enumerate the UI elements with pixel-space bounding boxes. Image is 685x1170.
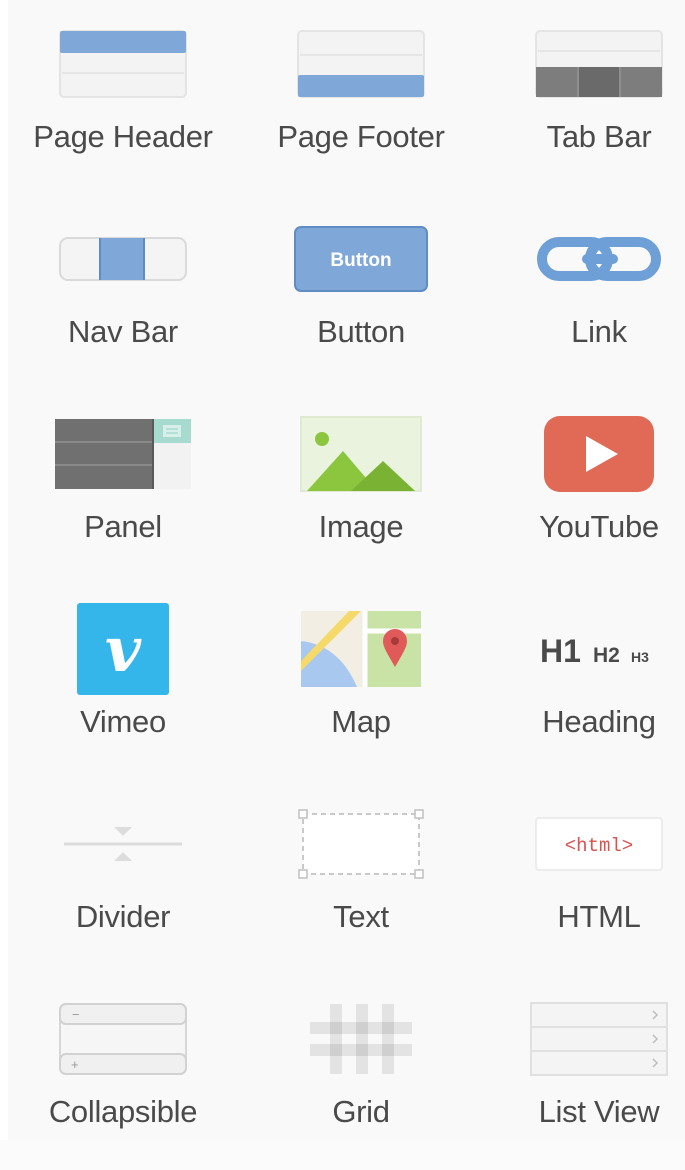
nav-bar-icon bbox=[9, 209, 237, 309]
list-view-icon bbox=[485, 989, 685, 1089]
button-icon: Button bbox=[247, 209, 475, 309]
html-icon-text: <html> bbox=[565, 835, 633, 857]
widget-label: Collapsible bbox=[48, 1094, 198, 1129]
heading-icon: H1 H2 H3 bbox=[485, 599, 685, 699]
divider-icon bbox=[9, 794, 237, 894]
widget-page-header[interactable]: Page Header bbox=[9, 0, 237, 195]
button-icon-text: Button bbox=[330, 250, 391, 271]
widget-label: Panel bbox=[84, 509, 162, 544]
heading-h2-text: H2 bbox=[593, 644, 620, 667]
youtube-icon bbox=[485, 404, 685, 504]
link-icon bbox=[485, 209, 685, 309]
widget-label: Image bbox=[318, 509, 404, 544]
widget-label: Divider bbox=[75, 899, 171, 934]
widget-label: HTML bbox=[557, 899, 641, 934]
widget-label: Page Header bbox=[33, 119, 213, 154]
widget-label: List View bbox=[538, 1094, 660, 1129]
grid-icon bbox=[247, 989, 475, 1089]
widget-label: Vimeo bbox=[80, 704, 166, 739]
widget-label: Text bbox=[333, 899, 389, 934]
tab-bar-icon bbox=[485, 14, 685, 114]
widget-list-view[interactable]: List View bbox=[485, 975, 685, 1170]
heading-h1-text: H1 bbox=[540, 633, 581, 669]
widget-grid[interactable]: Grid bbox=[247, 975, 475, 1170]
widget-label: Link bbox=[571, 314, 627, 349]
widget-label: Heading bbox=[542, 704, 656, 739]
widget-nav-bar[interactable]: Nav Bar bbox=[9, 195, 237, 390]
widget-label: Grid bbox=[332, 1094, 390, 1129]
page-footer-icon bbox=[247, 14, 475, 114]
widget-page-footer[interactable]: Page Footer bbox=[247, 0, 475, 195]
widget-button[interactable]: Button Button bbox=[247, 195, 475, 390]
text-icon bbox=[247, 794, 475, 894]
widget-label: Page Footer bbox=[277, 119, 445, 154]
heading-h3-text: H3 bbox=[631, 649, 649, 665]
widget-label: Map bbox=[331, 704, 391, 739]
widget-palette: Page Header Page Footer Tab Bar Nav Bar … bbox=[0, 0, 685, 1140]
page-header-icon bbox=[9, 14, 237, 114]
widget-label: YouTube bbox=[539, 509, 659, 544]
vimeo-icon: v bbox=[9, 599, 237, 699]
widget-label: Nav Bar bbox=[68, 314, 178, 349]
widget-html[interactable]: <html> HTML bbox=[485, 780, 685, 975]
panel-icon bbox=[9, 404, 237, 504]
widget-link[interactable]: Link bbox=[485, 195, 685, 390]
widget-vimeo[interactable]: v Vimeo bbox=[9, 585, 237, 780]
widget-tab-bar[interactable]: Tab Bar bbox=[485, 0, 685, 195]
widget-label: Tab Bar bbox=[546, 119, 652, 154]
collapsible-plus-text: + bbox=[71, 1057, 79, 1072]
image-icon bbox=[247, 404, 475, 504]
widget-collapsible[interactable]: − + Collapsible bbox=[9, 975, 237, 1170]
widget-image[interactable]: Image bbox=[247, 390, 475, 585]
vimeo-icon-text: v bbox=[105, 613, 142, 686]
html-icon: <html> bbox=[485, 794, 685, 894]
collapsible-icon: − + bbox=[9, 989, 237, 1089]
widget-panel[interactable]: Panel bbox=[9, 390, 237, 585]
widget-text[interactable]: Text bbox=[247, 780, 475, 975]
widget-label: Button bbox=[317, 314, 405, 349]
collapsible-minus-text: − bbox=[72, 1007, 80, 1022]
widget-divider[interactable]: Divider bbox=[9, 780, 237, 975]
widget-youtube[interactable]: YouTube bbox=[485, 390, 685, 585]
widget-heading[interactable]: H1 H2 H3 Heading bbox=[485, 585, 685, 780]
widget-map[interactable]: Map bbox=[247, 585, 475, 780]
map-icon bbox=[247, 599, 475, 699]
